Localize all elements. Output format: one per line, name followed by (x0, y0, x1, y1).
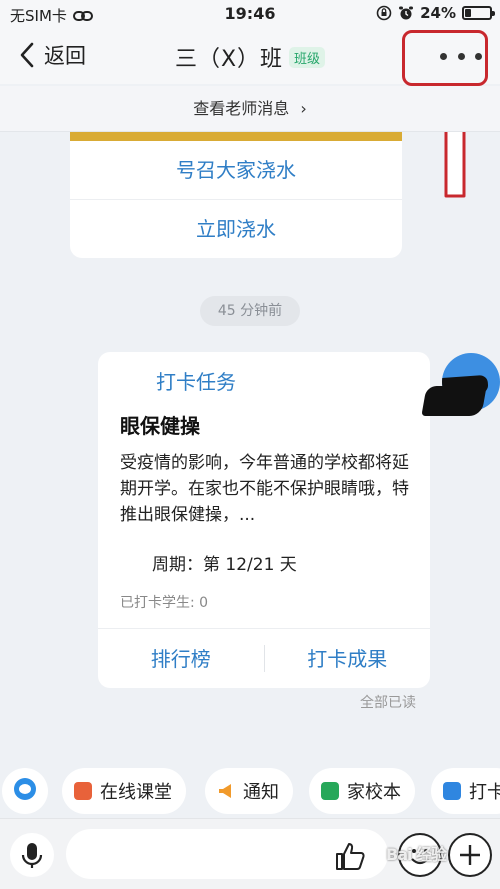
quick-action-label: 打卡 (469, 782, 500, 803)
task-card-actions: 排行榜 打卡成果 (98, 628, 430, 688)
task-title: 眼保健操 (120, 414, 200, 438)
voice-input-button[interactable] (10, 833, 54, 877)
notebook-icon (321, 782, 339, 800)
watermark: Bai 经验 (386, 845, 447, 864)
more-input-button[interactable] (448, 833, 492, 877)
battery-fill (465, 9, 471, 17)
watering-card: 号召大家浇水 立即浇水 (70, 132, 402, 258)
checked-in-count: 已打卡学生: 0 (120, 595, 209, 611)
message-timestamp: 45 分钟前 (200, 296, 300, 326)
teacher-messages-label: 查看老师消息 (193, 99, 290, 118)
class-badge: 班级 (289, 47, 326, 68)
calendar-check-icon (443, 782, 461, 800)
battery-icon (462, 6, 495, 20)
redaction-scribble (421, 386, 487, 416)
quick-action-label: 在线课堂 (100, 782, 172, 803)
rotation-lock-icon (376, 5, 392, 21)
quick-action-notice[interactable]: 通知 (205, 768, 293, 814)
quick-action-label: 通知 (243, 782, 279, 803)
quick-actions-bar: 在线课堂 通知 家校本 打卡 (0, 764, 500, 816)
class-name: 三（X）班 (174, 47, 284, 72)
task-description: 受疫情的影响，今年普通的学校都将延期开学。在家也不能不保护眼睛哦，特推出眼保健操… (120, 453, 409, 525)
online-class-icon (74, 782, 92, 800)
message-input-bar: Bai 经验 (0, 818, 500, 889)
alarm-icon (399, 6, 414, 20)
call-everyone-water-button[interactable]: 号召大家浇水 (70, 141, 402, 199)
checkin-results-button[interactable]: 打卡成果 (265, 629, 431, 688)
microphone-icon (21, 843, 43, 868)
megaphone-icon (219, 784, 231, 798)
status-bar: 无SIM卡 19:46 24% (0, 0, 500, 28)
battery-percent: 24% (420, 4, 456, 22)
annotation-highlight-box (402, 30, 488, 86)
leaderboard-button[interactable]: 排行榜 (98, 629, 264, 688)
checkin-task-card[interactable]: 打卡任务 眼保健操 受疫情的影响，今年普通的学校都将延期开学。在家也不能不保护眼… (98, 352, 430, 688)
chevron-right-icon: › (300, 99, 307, 118)
quick-action-label: 家校本 (347, 782, 401, 803)
task-card-header: 打卡任务 (156, 370, 236, 394)
view-teacher-messages-bar[interactable]: 查看老师消息 › (0, 86, 500, 132)
quick-action-checkin[interactable]: 打卡 (431, 768, 500, 814)
card-accent-stripe (70, 132, 402, 141)
quick-action-home-school-book[interactable]: 家校本 (309, 768, 415, 814)
read-status: 全部已读 (360, 695, 416, 711)
thumbs-up-icon[interactable] (334, 841, 366, 871)
robot-face (19, 784, 31, 794)
status-right: 24% (376, 4, 495, 22)
plus-icon (460, 845, 480, 865)
water-now-button[interactable]: 立即浇水 (70, 199, 402, 257)
assistant-button[interactable] (2, 768, 48, 814)
task-period: 周期：第 12/21 天 (152, 555, 297, 575)
quick-action-online-class[interactable]: 在线课堂 (62, 768, 186, 814)
